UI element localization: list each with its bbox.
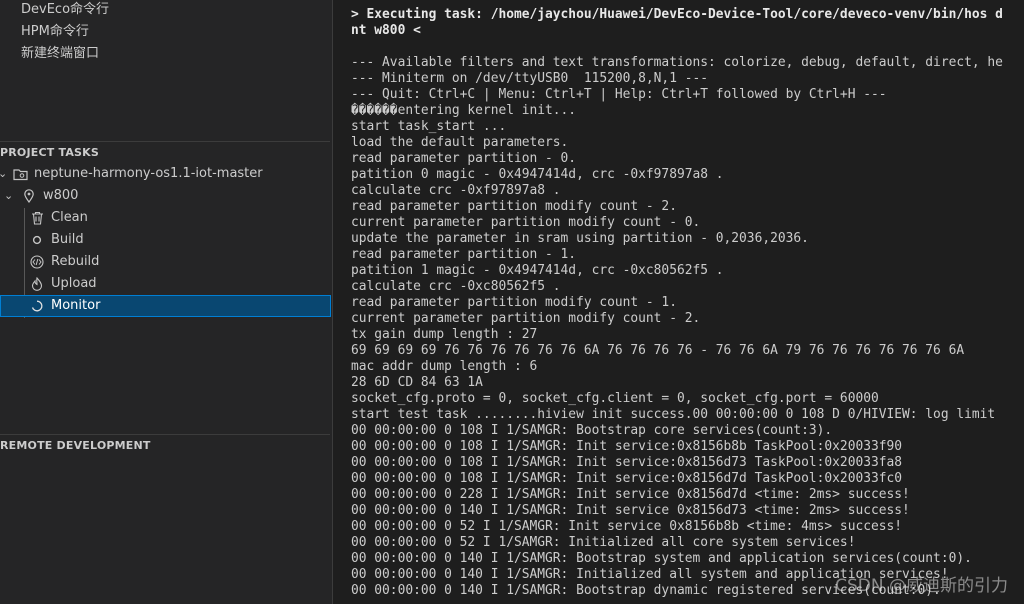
loading-icon [29,295,45,317]
remote-development-header[interactable]: REMOTE DEVELOPMENT [0,437,332,455]
terminal-line: ������entering kernel init... [351,103,577,118]
hpm-command-line-item[interactable]: HPM命令行 [21,22,89,42]
watermark: CSDN @威迪斯的引力 [835,576,1008,596]
terminal-line: 00 00:00:00 0 108 I 1/SAMGR: Init servic… [351,455,903,470]
trash-icon [29,207,45,229]
task-label: Upload [51,276,97,291]
terminal-line: 00 00:00:00 0 108 I 1/SAMGR: Init servic… [351,471,903,486]
section-divider [0,434,330,435]
terminal-line: 00 00:00:00 0 140 I 1/SAMGR: Init servic… [351,503,910,518]
terminal-line: > Executing task: /home/jaychou/Huawei/D… [351,7,1003,22]
terminal-output: > Executing task: /home/jaychou/Huawei/D… [351,7,1003,604]
project-name-label: neptune-harmony-os1.1-iot-master [34,166,263,181]
terminal-line: start task_start ... [351,119,507,134]
terminal-line: read parameter partition - 1. [351,247,577,262]
terminal-cursor-line [351,599,1003,604]
terminal-line: patition 1 magic - 0x4947414d, crc -0xc8… [351,263,724,278]
tree-item-target[interactable]: ⌄ w800 [0,185,331,207]
terminal-line: read parameter partition modify count - … [351,199,677,214]
chevron-down-icon: ⌄ [4,189,14,202]
task-label: Monitor [51,298,101,313]
new-terminal-window-item[interactable]: 新建终端窗口 [21,44,99,64]
terminal-line: 69 69 69 69 76 76 76 76 76 76 6A 76 76 7… [351,343,965,358]
terminal-line: 00 00:00:00 0 228 I 1/SAMGR: Init servic… [351,487,910,502]
terminal-line: read parameter partition modify count - … [351,295,677,310]
terminal-line: current parameter partition modify count… [351,311,701,326]
terminal-line: tx gain dump length : 27 [351,327,538,342]
circle-icon [29,229,45,251]
chevron-down-icon: ⌄ [0,163,7,185]
code-icon [29,251,45,273]
terminal-panel[interactable]: > Executing task: /home/jaychou/Huawei/D… [333,0,1024,604]
terminal-line: nt w800 < [351,23,421,38]
terminal-line: 00 00:00:00 0 108 I 1/SAMGR: Bootstrap c… [351,423,833,438]
section-divider [0,141,330,142]
terminal-line: current parameter partition modify count… [351,215,701,230]
flame-icon [29,273,45,295]
terminal-line: --- Available filters and text transform… [351,55,1003,70]
task-label: Clean [51,210,88,225]
terminal-line: 28 6D CD 84 63 1A [351,375,483,390]
terminal-line: read parameter partition - 0. [351,151,577,166]
terminal-line: calculate crc -0xc80562f5 . [351,279,561,294]
side-bar: DevEco命令行 HPM命令行 新建终端窗口 PROJECT TASKS ⌄ … [0,0,333,604]
terminal-line: mac addr dump length : 6 [351,359,538,374]
tree-item-project[interactable]: ⌄ neptune-harmony-os1.1-iot-master [0,163,331,185]
terminal-line: start test task ........hiview init succ… [351,407,996,422]
target-name-label: w800 [43,188,79,203]
task-label: Build [51,232,84,247]
project-tasks-header[interactable]: PROJECT TASKS [0,144,332,162]
task-rebuild[interactable]: Rebuild [0,251,331,273]
project-folder-icon [12,163,28,185]
deveco-command-line-item[interactable]: DevEco命令行 [21,0,109,20]
terminal-line: calculate crc -0xf97897a8 . [351,183,561,198]
terminal-line: 00 00:00:00 0 52 I 1/SAMGR: Initialized … [351,535,856,550]
task-monitor[interactable]: Monitor [0,295,331,317]
terminal-line: load the default parameters. [351,135,569,150]
terminal-line: patition 0 magic - 0x4947414d, crc -0xf9… [351,167,724,182]
task-clean[interactable]: Clean [0,207,331,229]
terminal-line: --- Quit: Ctrl+C | Menu: Ctrl+T | Help: … [351,87,887,102]
task-label: Rebuild [51,254,100,269]
terminal-line: update the parameter in sram using parti… [351,231,809,246]
terminal-line: --- Miniterm on /dev/ttyUSB0 115200,8,N,… [351,71,708,86]
task-build[interactable]: Build [0,229,331,251]
task-upload[interactable]: Upload [0,273,331,295]
terminal-line: socket_cfg.proto = 0, socket_cfg.client … [351,391,879,406]
terminal-line: 00 00:00:00 0 108 I 1/SAMGR: Init servic… [351,439,903,454]
terminal-line: 00 00:00:00 0 140 I 1/SAMGR: Bootstrap s… [351,551,972,566]
pin-icon [21,185,37,207]
terminal-line: 00 00:00:00 0 52 I 1/SAMGR: Init service… [351,519,903,534]
